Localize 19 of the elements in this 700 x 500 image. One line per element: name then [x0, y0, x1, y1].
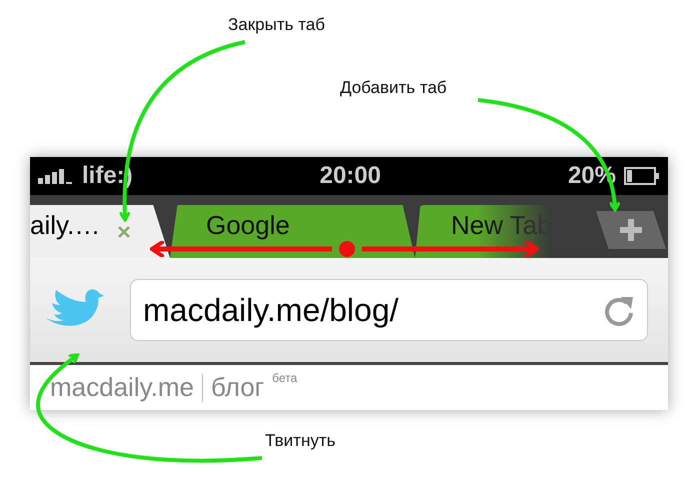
add-tab-button[interactable]: [596, 211, 666, 249]
close-icon[interactable]: [118, 226, 130, 238]
url-text: macdaily.me/blog/: [143, 291, 399, 330]
annotation-label: Добавить таб: [340, 77, 447, 99]
browser-tab[interactable]: aily.…: [30, 205, 170, 258]
section-title: блог: [211, 371, 264, 404]
annotation-label: Твитнуть: [265, 430, 336, 452]
annotation-label: Закрыть таб: [228, 14, 325, 36]
address-field[interactable]: macdaily.me/blog/: [130, 279, 648, 341]
beta-label: бета: [272, 370, 298, 387]
site-logo: macdaily.me: [50, 371, 194, 404]
signal-icon: [38, 168, 74, 184]
tab-title: Google: [206, 209, 290, 242]
tab-title: aily.…: [30, 209, 100, 242]
plus-icon: [620, 219, 642, 241]
clock-time: 20:00: [320, 161, 381, 191]
battery-icon: [624, 167, 660, 185]
browser-tab[interactable]: Google: [170, 205, 415, 258]
separator-line: [202, 374, 204, 402]
